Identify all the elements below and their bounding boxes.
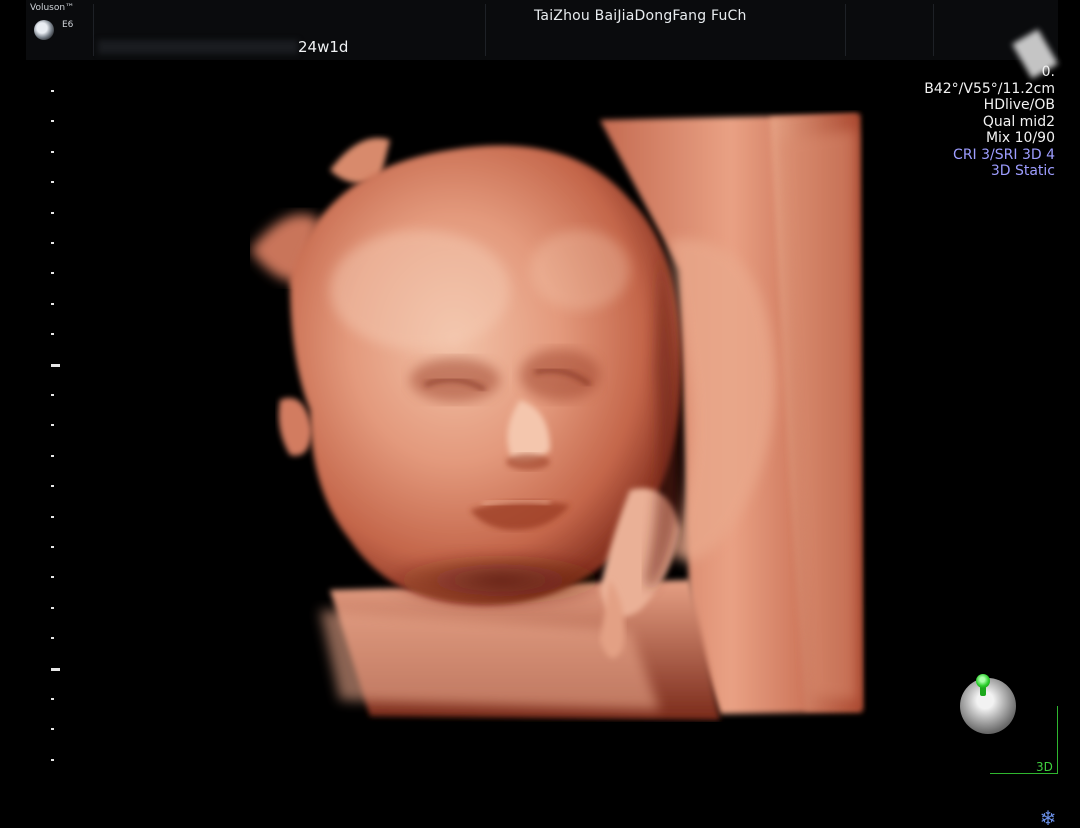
depth-scale-tick [51,333,54,336]
depth-scale-tick [51,667,60,671]
depth-scale-tick [51,424,54,427]
depth-scale-tick [51,758,54,761]
depth-scale-tick [51,698,54,700]
snowflake-icon[interactable]: ❄ [1036,806,1060,828]
depth-scale-tick [51,515,54,518]
info-cri: CRI 3/SRI 3D 4 [953,146,1055,163]
depth-scale-tick [51,363,60,367]
info-line-1: 0. [1041,64,1055,80]
fetal-face-render [250,114,862,720]
depth-scale-tick [51,120,54,123]
info-probe: B42°/V55°/11.2cm [924,80,1055,97]
info-static: 3D Static [990,163,1055,179]
depth-scale-tick [51,211,54,214]
gestational-age: 24w1d [298,38,349,56]
depth-scale-tick [51,606,54,609]
depth-scale-tick [51,242,54,244]
orientation-marker-icon [976,674,990,688]
depth-scale-tick [51,728,54,731]
depth-scale-tick [51,454,54,457]
info-mix: Mix 10/90 [985,130,1055,146]
depth-scale-tick [51,90,54,92]
patient-info-redacted [98,40,298,54]
depth-scale-tick [51,576,54,579]
3d-render-view[interactable] [250,110,870,722]
depth-scale-tick [51,272,54,275]
info-quality: Qual mid2 [982,113,1055,130]
hospital-name: TaiZhou BaiJiaDongFang FuCh [534,8,747,24]
depth-scale-tick [51,485,54,488]
depth-scale-tick [51,150,54,153]
depth-scale-tick [51,302,54,305]
depth-scale-tick [51,637,54,640]
top-header: Voluson™ E6 24w1d TaiZhou BaiJiaDongFang… [26,0,1058,79]
depth-scale-tick [51,546,54,548]
brand-name: Voluson™ [30,3,75,13]
depth-scale [50,80,60,761]
depth-scale-tick [51,181,54,184]
model-name: E6 [62,20,74,30]
brand-logo-icon [34,20,54,40]
header-cell-extra [846,4,934,56]
acquisition-info-panel: 0. B42°/V55°/11.2cm HDlive/OB Qual mid2 … [924,64,1055,180]
depth-scale-tick [51,394,54,396]
axis-label-3d: 3D [1036,760,1053,774]
info-mode: HDlive/OB [983,97,1055,113]
